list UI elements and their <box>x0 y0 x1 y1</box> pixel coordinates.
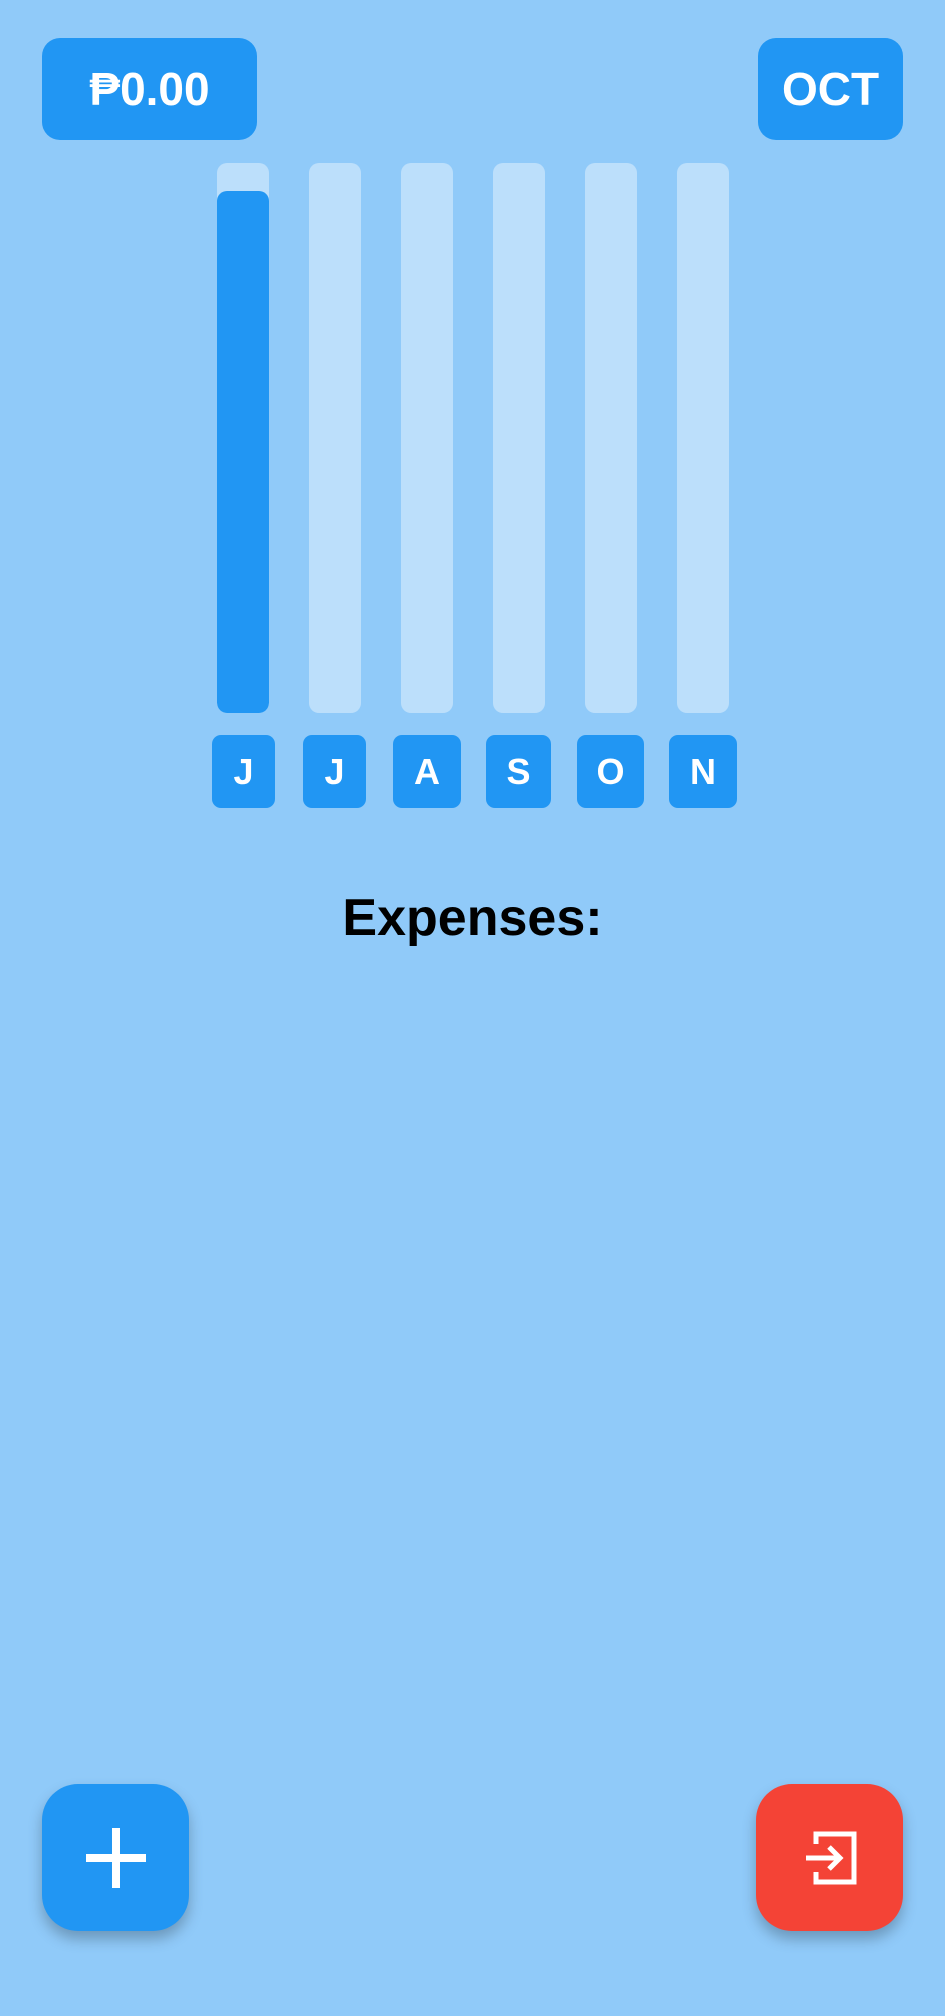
month-tab[interactable]: J <box>212 735 275 808</box>
bar-track <box>585 163 637 713</box>
month-tab[interactable]: A <box>393 735 461 808</box>
add-expense-button[interactable] <box>42 1784 189 1931</box>
logout-button[interactable] <box>756 1784 903 1931</box>
bar <box>217 190 269 713</box>
month-tab[interactable]: J <box>303 735 366 808</box>
month-tab[interactable]: S <box>486 735 551 808</box>
bar-track <box>493 163 545 713</box>
bar-track <box>677 163 729 713</box>
exit-icon <box>805 1831 856 1884</box>
bar-track <box>217 163 269 713</box>
plus-icon <box>85 1827 146 1888</box>
monthly-bar-chart: JJASON <box>0 0 945 820</box>
month-tab[interactable]: N <box>669 735 737 808</box>
month-tab[interactable]: O <box>577 735 644 808</box>
bar-track <box>401 163 453 713</box>
expenses-title: Expenses: <box>342 889 603 947</box>
bar-track <box>309 163 361 713</box>
